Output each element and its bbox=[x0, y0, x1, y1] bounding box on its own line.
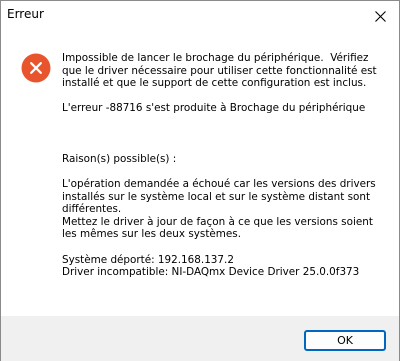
ok-button[interactable]: OK bbox=[304, 330, 386, 351]
close-button[interactable] bbox=[361, 1, 399, 31]
button-bar: OK bbox=[1, 316, 399, 361]
error-dialog: Erreur Impossible de lancer le brochage … bbox=[0, 0, 400, 361]
error-icon bbox=[21, 53, 51, 83]
window-title: Erreur bbox=[7, 7, 44, 21]
title-bar[interactable]: Erreur bbox=[1, 1, 399, 31]
close-icon bbox=[374, 10, 386, 22]
dialog-content: Impossible de lancer le brochage du péri… bbox=[1, 31, 399, 316]
error-message: Impossible de lancer le brochage du péri… bbox=[62, 52, 377, 279]
